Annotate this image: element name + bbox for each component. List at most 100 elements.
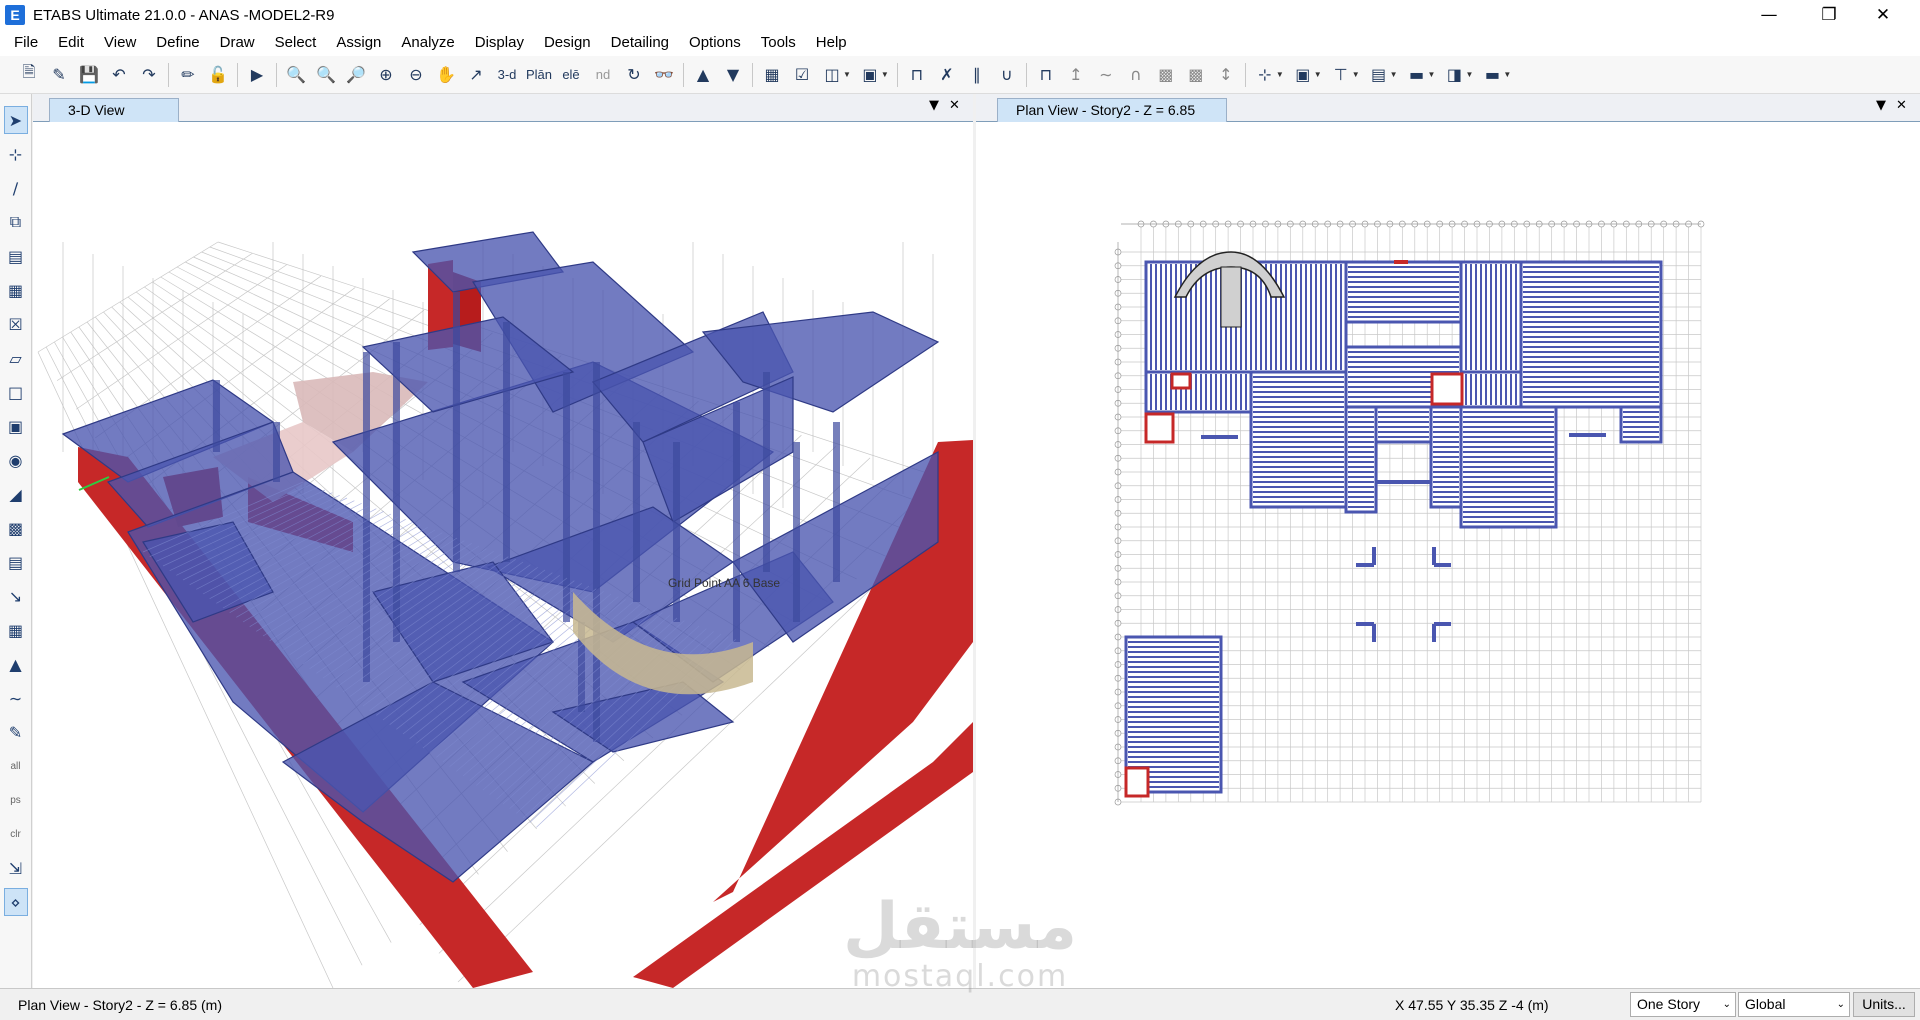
rotate-icon[interactable]: ↻ bbox=[622, 62, 646, 88]
draw-spline-icon[interactable]: ∼ bbox=[4, 684, 28, 712]
zoom-in-icon[interactable]: ⊕ bbox=[374, 62, 398, 88]
chevron-down-icon[interactable]: ▼ bbox=[1352, 70, 1360, 79]
draw-line-icon[interactable]: ∕ bbox=[4, 174, 28, 202]
table-icon[interactable]: ⊓ bbox=[1034, 62, 1058, 88]
tab-plan-view[interactable]: Plan View - Story2 - Z = 6.85 (m) bbox=[997, 98, 1227, 140]
close-button[interactable]: ✕ bbox=[1860, 0, 1906, 30]
menu-edit[interactable]: Edit bbox=[48, 30, 94, 56]
view-3d-button[interactable]: 3-d bbox=[494, 62, 520, 88]
contour-icon[interactable]: ▩ bbox=[1154, 62, 1178, 88]
plan-viewport[interactable] bbox=[976, 122, 1920, 988]
draw-grid-icon[interactable]: ▦ bbox=[4, 616, 28, 644]
chevron-down-icon[interactable]: ▼ bbox=[1314, 70, 1322, 79]
draw-wall-stack-icon[interactable]: ▤ bbox=[4, 548, 28, 576]
text-cursor-icon[interactable]: ⊹ bbox=[1253, 62, 1277, 88]
chevron-down-icon[interactable]: ▼ bbox=[881, 70, 889, 79]
get-previous-icon[interactable]: ⇲ bbox=[4, 854, 28, 882]
run-analysis-icon[interactable]: ▶ bbox=[245, 62, 269, 88]
scale-icon[interactable]: ↕ bbox=[1214, 62, 1238, 88]
move-up-icon[interactable]: ▲ bbox=[691, 62, 715, 88]
restore-button[interactable]: ❐ bbox=[1806, 0, 1852, 30]
close-icon[interactable]: ✕ bbox=[1896, 98, 1907, 113]
chevron-down-icon[interactable]: ▼ bbox=[929, 98, 939, 113]
draw-wall-icon[interactable]: ◢ bbox=[4, 480, 28, 508]
select-all-icon[interactable]: ▦ bbox=[760, 62, 784, 88]
animation-icon[interactable]: ▩ bbox=[1184, 62, 1208, 88]
draw-x-brace-icon[interactable]: ☒ bbox=[4, 310, 28, 338]
mode-shape-icon[interactable]: ∩ bbox=[1124, 62, 1148, 88]
section-icon[interactable]: ▣ bbox=[1291, 62, 1315, 88]
set-display-icon[interactable]: ◫ bbox=[820, 62, 844, 88]
previous-selection-icon[interactable]: ps bbox=[4, 786, 28, 814]
undo-icon[interactable]: ↶ bbox=[107, 62, 131, 88]
save-icon[interactable]: 💾 bbox=[77, 62, 101, 88]
line-weight-icon[interactable]: ▬ bbox=[1480, 62, 1504, 88]
pointer-icon[interactable]: ↗ bbox=[464, 62, 488, 88]
zoom-window-icon[interactable]: 🔍 bbox=[284, 62, 308, 88]
menu-display[interactable]: Display bbox=[465, 30, 534, 56]
draw-link-icon[interactable]: ↘ bbox=[4, 582, 28, 610]
object-shrink-icon[interactable]: ▣ bbox=[858, 62, 882, 88]
draw-column-region-icon[interactable]: ▦ bbox=[4, 276, 28, 304]
select-all-icon[interactable]: all bbox=[4, 752, 28, 780]
draw-opening-icon[interactable]: ◉ bbox=[4, 446, 28, 474]
new-model-icon[interactable]: 🗎 bbox=[17, 62, 41, 88]
clear-selection-icon[interactable]: clr bbox=[4, 820, 28, 848]
reshape-icon[interactable]: ⊹ bbox=[4, 140, 28, 168]
i-beam-icon[interactable]: ▤ bbox=[1367, 62, 1391, 88]
column-design-icon[interactable]: ⊤ bbox=[1329, 62, 1353, 88]
plan-canvas[interactable] bbox=[976, 122, 1920, 988]
3d-viewport[interactable]: Grid Point AA 6 Base bbox=[33, 122, 973, 988]
tab-3d-view[interactable]: 3-D View bbox=[49, 98, 179, 122]
menu-draw[interactable]: Draw bbox=[210, 30, 265, 56]
beam-grid-icon[interactable]: ∪ bbox=[995, 62, 1019, 88]
deformed-shape-icon[interactable]: ↥ bbox=[1064, 62, 1088, 88]
draw-rect-floor-icon[interactable]: □ bbox=[4, 378, 28, 406]
zoom-restore-icon[interactable]: 🔍 bbox=[314, 62, 338, 88]
force-diagram-icon[interactable]: ∼ bbox=[1094, 62, 1118, 88]
minimize-button[interactable]: — bbox=[1746, 0, 1792, 30]
draw-tendon-icon[interactable]: ▲ bbox=[4, 650, 28, 678]
hatch-icon[interactable]: ▬ bbox=[1405, 62, 1429, 88]
draw-floor-region-icon[interactable]: ▣ bbox=[4, 412, 28, 440]
zoom-full-icon[interactable]: 🔎 bbox=[344, 62, 368, 88]
chevron-down-icon[interactable]: ▼ bbox=[1428, 70, 1436, 79]
story-selector-combo[interactable]: One Story ⌄ bbox=[1630, 992, 1736, 1017]
chevron-down-icon[interactable]: ▼ bbox=[1876, 98, 1886, 113]
lock-icon[interactable]: 🔓 bbox=[206, 62, 230, 88]
perspective-icon[interactable]: 👓 bbox=[652, 62, 676, 88]
menu-analyze[interactable]: Analyze bbox=[391, 30, 464, 56]
column-grid-icon[interactable]: ∥ bbox=[965, 62, 989, 88]
channel-icon[interactable]: ◨ bbox=[1442, 62, 1466, 88]
elevation-view-button[interactable]: elē bbox=[558, 62, 584, 88]
draw-floor-icon[interactable]: ▱ bbox=[4, 344, 28, 372]
close-icon[interactable]: ✕ bbox=[949, 98, 960, 113]
frame-icon[interactable]: ⊓ bbox=[905, 62, 929, 88]
move-down-icon[interactable]: ▼ bbox=[721, 62, 745, 88]
menu-view[interactable]: View bbox=[94, 30, 146, 56]
menu-options[interactable]: Options bbox=[679, 30, 751, 56]
redo-icon[interactable]: ↷ bbox=[137, 62, 161, 88]
chevron-down-icon[interactable]: ▼ bbox=[1390, 70, 1398, 79]
draw-dimension-icon[interactable]: ✎ bbox=[4, 718, 28, 746]
chevron-down-icon[interactable]: ▼ bbox=[1276, 70, 1284, 79]
chevron-down-icon[interactable]: ▼ bbox=[1465, 70, 1473, 79]
menu-assign[interactable]: Assign bbox=[326, 30, 391, 56]
menu-help[interactable]: Help bbox=[806, 30, 857, 56]
3d-model-canvas[interactable]: Grid Point AA 6 Base bbox=[33, 122, 973, 988]
zoom-out-icon[interactable]: ⊖ bbox=[404, 62, 428, 88]
snap-options-icon[interactable]: ⋄ bbox=[3, 888, 28, 916]
nd-view-button[interactable]: nd bbox=[590, 62, 616, 88]
menu-define[interactable]: Define bbox=[146, 30, 209, 56]
pencil-icon[interactable]: ✏ bbox=[176, 62, 200, 88]
brace-icon[interactable]: ✗ bbox=[935, 62, 959, 88]
menu-tools[interactable]: Tools bbox=[751, 30, 806, 56]
menu-file[interactable]: File bbox=[4, 30, 48, 56]
draw-wall-region-icon[interactable]: ▩ bbox=[4, 514, 28, 542]
plan-view-button[interactable]: Plān bbox=[526, 62, 552, 88]
select-pointer-icon[interactable]: ➤ bbox=[3, 106, 28, 134]
pan-icon[interactable]: ✋ bbox=[434, 62, 458, 88]
menu-detailing[interactable]: Detailing bbox=[601, 30, 679, 56]
chevron-down-icon[interactable]: ▼ bbox=[843, 70, 851, 79]
units-button[interactable]: Units... bbox=[1853, 992, 1915, 1017]
